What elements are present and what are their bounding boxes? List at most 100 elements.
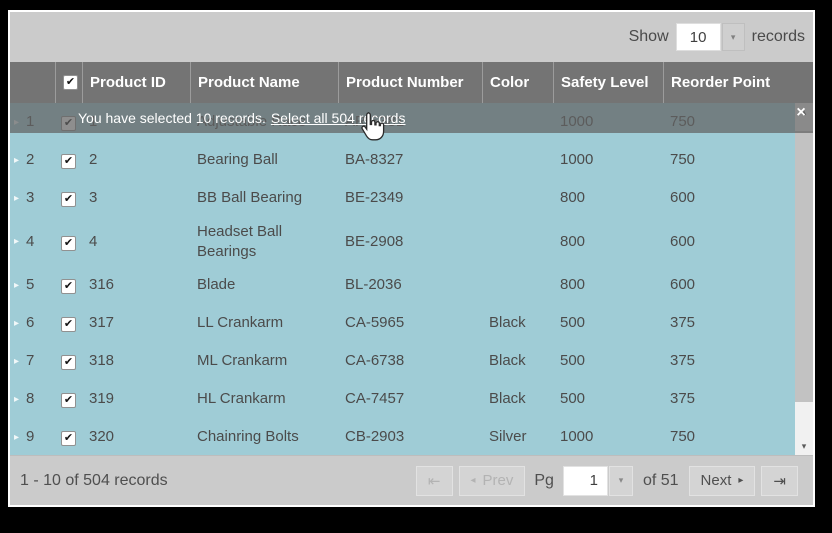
table-row[interactable]: ▸ 8 ✔ 319 HL Crankarm CA-7457 Black 500 … bbox=[10, 380, 795, 418]
page-size-dropdown-button[interactable]: ▾ bbox=[722, 23, 745, 51]
table-row[interactable]: ▸ 2 ✔ 2 Bearing Ball BA-8327 1000 750 bbox=[10, 141, 795, 179]
expand-arrow-icon[interactable]: ▸ bbox=[14, 279, 19, 292]
expand-arrow-icon[interactable]: ▸ bbox=[14, 431, 19, 444]
row-expander-cell: ▸ 5 bbox=[10, 270, 55, 300]
expand-arrow-icon[interactable]: ▸ bbox=[14, 154, 19, 167]
selection-banner: You have selected 10 records. Select all… bbox=[10, 103, 813, 133]
hand-pointer-cursor-icon bbox=[358, 111, 385, 144]
table-row[interactable]: ▸ 9 ✔ 320 Chainring Bolts CB-2903 Silver… bbox=[10, 418, 795, 455]
expand-arrow-icon[interactable]: ▸ bbox=[14, 317, 19, 330]
row-checkbox[interactable]: ✔ bbox=[61, 154, 76, 169]
cell-reorder-point: 750 bbox=[663, 145, 795, 175]
cell-product-number: CB-2903 bbox=[338, 422, 482, 452]
next-label: Next bbox=[701, 472, 732, 489]
row-number: 8 bbox=[26, 389, 34, 409]
header-expander-column bbox=[10, 62, 55, 103]
expand-arrow-icon[interactable]: ▸ bbox=[14, 192, 19, 205]
table-row[interactable]: ▸ 4 ✔ 4 Headset Ball Bearings BE-2908 80… bbox=[10, 217, 795, 266]
cell-safety-level: 800 bbox=[553, 270, 663, 300]
row-checkbox[interactable]: ✔ bbox=[61, 236, 76, 251]
select-all-link[interactable]: Select all 504 records bbox=[271, 110, 406, 126]
page-number-input[interactable] bbox=[563, 466, 608, 496]
cell-color bbox=[482, 280, 553, 290]
grid-window: Show ▾ records ✔ Product ID Product Name… bbox=[8, 10, 815, 507]
cell-product-number: CA-6738 bbox=[338, 346, 482, 376]
cell-reorder-point: 600 bbox=[663, 227, 795, 257]
column-header-product-id[interactable]: Product ID bbox=[82, 62, 190, 103]
cell-reorder-point: 750 bbox=[663, 422, 795, 452]
column-header-reorder-point[interactable]: Reorder Point bbox=[663, 62, 813, 103]
table-rows: ▸ 1 ✔ 1 Adjustable Race AR-5381 1000 750… bbox=[10, 103, 795, 455]
select-all-checkbox[interactable]: ✔ bbox=[63, 75, 78, 90]
last-page-icon: ⇥ bbox=[773, 472, 786, 490]
pagination-controls: ⇤ ◂ Prev Pg ▾ of 51 Next ▸ ⇥ bbox=[416, 466, 798, 496]
cell-product-number: BL-2036 bbox=[338, 270, 482, 300]
expand-arrow-icon[interactable]: ▸ bbox=[14, 235, 19, 248]
row-checkbox[interactable]: ✔ bbox=[61, 355, 76, 370]
cell-color: Black bbox=[482, 384, 553, 414]
row-checkbox-cell: ✔ bbox=[55, 308, 82, 338]
column-header-product-number[interactable]: Product Number bbox=[338, 62, 482, 103]
cell-color bbox=[482, 193, 553, 203]
row-checkbox-cell: ✔ bbox=[55, 183, 82, 213]
table-row[interactable]: ▸ 5 ✔ 316 Blade BL-2036 800 600 bbox=[10, 266, 795, 304]
scrollbar-thumb[interactable] bbox=[795, 131, 813, 402]
cell-product-number: CA-5965 bbox=[338, 308, 482, 338]
cell-safety-level: 500 bbox=[553, 384, 663, 414]
scrollbar-down-icon[interactable]: ▾ bbox=[795, 437, 813, 455]
expand-arrow-icon[interactable]: ▸ bbox=[14, 355, 19, 368]
prev-page-button[interactable]: ◂ Prev bbox=[459, 466, 526, 496]
chevron-down-icon: ▾ bbox=[619, 475, 624, 486]
cell-product-number: BA-8327 bbox=[338, 145, 482, 175]
cell-product-id: 317 bbox=[82, 308, 190, 338]
row-checkbox[interactable]: ✔ bbox=[61, 192, 76, 207]
row-expander-cell: ▸ 9 bbox=[10, 422, 55, 452]
cell-product-name: BB Ball Bearing bbox=[190, 183, 338, 213]
table-header-row: ✔ Product ID Product Name Product Number… bbox=[10, 62, 813, 103]
row-checkbox[interactable]: ✔ bbox=[61, 279, 76, 294]
cell-safety-level: 1000 bbox=[553, 422, 663, 452]
row-number: 9 bbox=[26, 427, 34, 447]
row-expander-cell: ▸ 8 bbox=[10, 384, 55, 414]
show-label: Show bbox=[629, 28, 669, 46]
row-checkbox-cell: ✔ bbox=[55, 384, 82, 414]
column-header-safety-level[interactable]: Safety Level bbox=[553, 62, 663, 103]
cell-product-number: BE-2349 bbox=[338, 183, 482, 213]
cell-product-id: 320 bbox=[82, 422, 190, 452]
header-checkbox-cell: ✔ bbox=[55, 62, 82, 103]
table-row[interactable]: ▸ 7 ✔ 318 ML Crankarm CA-6738 Black 500 … bbox=[10, 342, 795, 380]
cell-color: Black bbox=[482, 346, 553, 376]
first-page-button[interactable]: ⇤ bbox=[416, 466, 453, 496]
row-number: 3 bbox=[26, 188, 34, 208]
row-expander-cell: ▸ 7 bbox=[10, 346, 55, 376]
cell-safety-level: 500 bbox=[553, 346, 663, 376]
cell-reorder-point: 375 bbox=[663, 308, 795, 338]
column-header-product-name[interactable]: Product Name bbox=[190, 62, 338, 103]
column-header-color[interactable]: Color bbox=[482, 62, 553, 103]
close-icon[interactable]: × bbox=[793, 104, 809, 122]
row-checkbox[interactable]: ✔ bbox=[61, 393, 76, 408]
cell-product-name: HL Crankarm bbox=[190, 384, 338, 414]
row-checkbox[interactable]: ✔ bbox=[61, 431, 76, 446]
next-page-button[interactable]: Next ▸ bbox=[689, 466, 756, 496]
row-number: 5 bbox=[26, 275, 34, 295]
prev-label: Prev bbox=[483, 472, 514, 489]
expand-arrow-icon[interactable]: ▸ bbox=[14, 393, 19, 406]
row-checkbox[interactable]: ✔ bbox=[61, 317, 76, 332]
page-dropdown-button[interactable]: ▾ bbox=[609, 466, 633, 496]
cell-color bbox=[482, 155, 553, 165]
table-row[interactable]: ▸ 3 ✔ 3 BB Ball Bearing BE-2349 800 600 bbox=[10, 179, 795, 217]
cell-safety-level: 500 bbox=[553, 308, 663, 338]
row-expander-cell: ▸ 4 bbox=[10, 227, 55, 257]
row-number: 7 bbox=[26, 351, 34, 371]
cell-product-id: 2 bbox=[82, 145, 190, 175]
page-count-label: of 51 bbox=[643, 472, 679, 490]
page-size-input[interactable] bbox=[676, 23, 721, 51]
last-page-button[interactable]: ⇥ bbox=[761, 466, 798, 496]
vertical-scrollbar[interactable]: ▴ ▾ bbox=[795, 103, 813, 455]
table-row[interactable]: ▸ 6 ✔ 317 LL Crankarm CA-5965 Black 500 … bbox=[10, 304, 795, 342]
cell-color: Black bbox=[482, 308, 553, 338]
pager-footer: 1 - 10 of 504 records ⇤ ◂ Prev Pg ▾ of 5… bbox=[10, 455, 813, 505]
cell-product-name: Blade bbox=[190, 270, 338, 300]
row-number: 4 bbox=[26, 232, 34, 252]
